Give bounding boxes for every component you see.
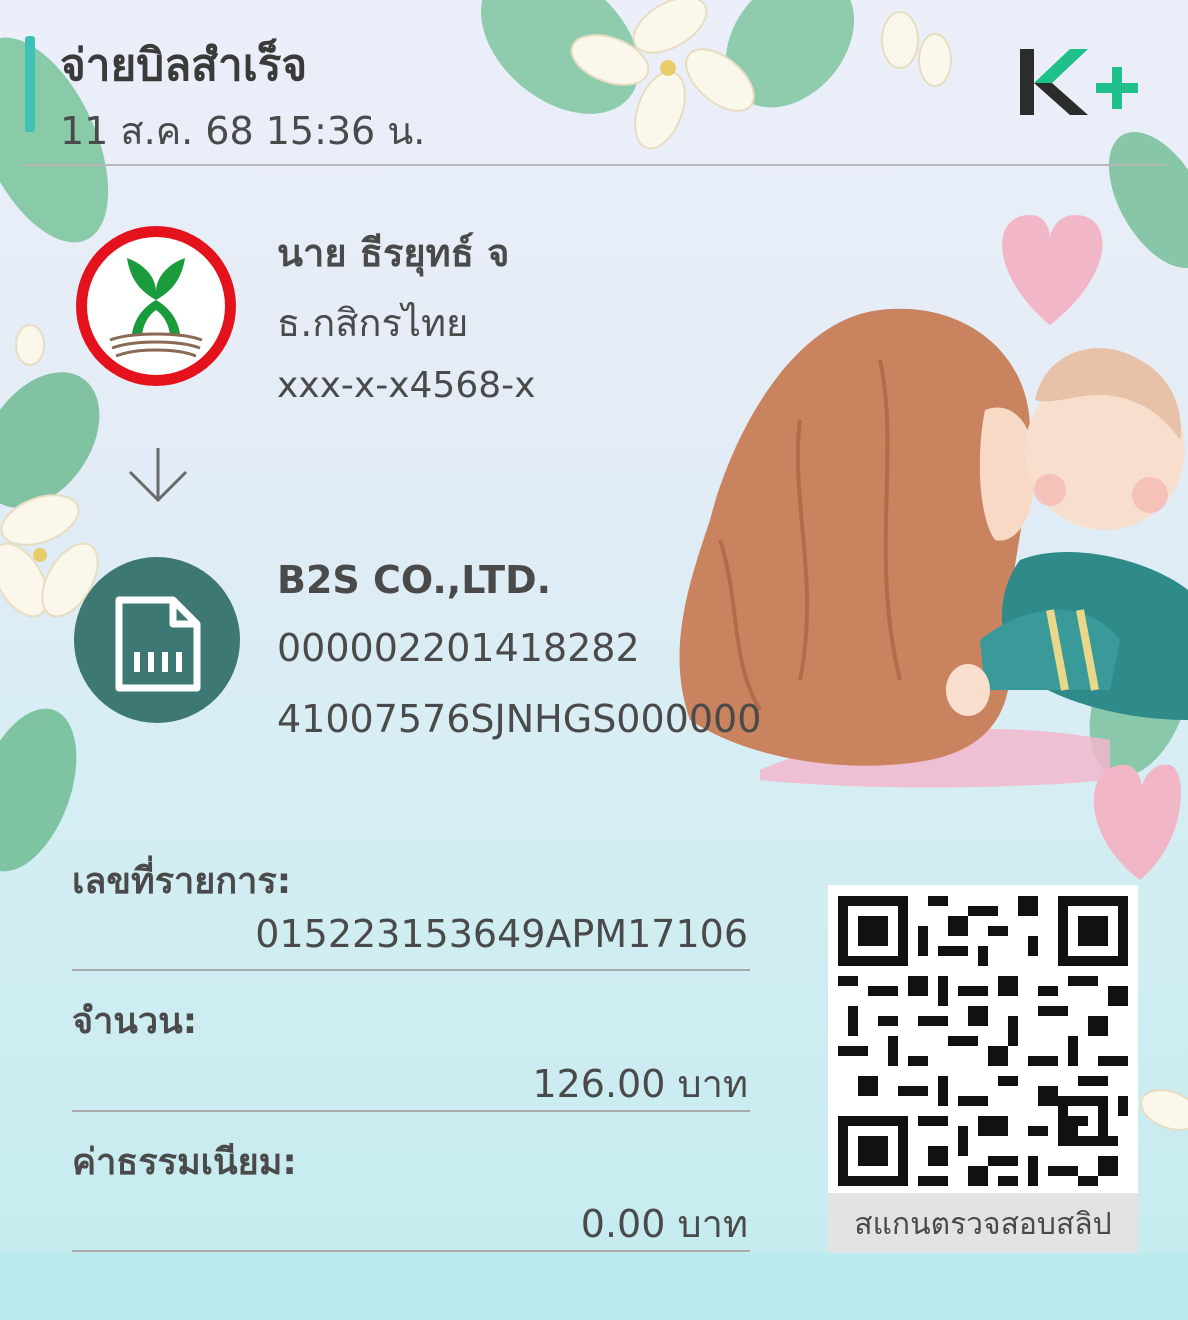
fee-value: 0.00 บาท [580, 1202, 748, 1246]
page-title: จ่ายบิลสำเร็จ [60, 40, 308, 91]
sender-bank: ธ.กสิกรไทย [277, 301, 469, 345]
kbank-logo-icon [72, 222, 240, 390]
transaction-id-label: เลขที่รายการ: [72, 861, 292, 902]
payment-slip: { "header": { "title": "จ่ายบิลสำเร็จ", … [0, 0, 1188, 1320]
amount-label: จำนวน: [72, 1001, 198, 1042]
qr-code[interactable] [838, 896, 1128, 1186]
divider [72, 1110, 750, 1112]
qr-caption: สแกนตรวจสอบสลิป [854, 1207, 1112, 1242]
transaction-datetime: 11 ส.ค. 68 15:36 น. [60, 109, 426, 153]
fee-label: ค่าธรรมเนียม: [72, 1142, 297, 1183]
bottom-band [0, 1253, 1188, 1320]
biller-name: B2S CO.,LTD. [277, 558, 552, 602]
sender-name: นาย ธีรยุทธ์ จ [277, 231, 510, 275]
amount-value: 126.00 บาท [532, 1062, 748, 1106]
kplus-logo [1018, 45, 1140, 117]
divider [72, 969, 750, 971]
header-divider [25, 164, 1165, 166]
arrow-down-icon [126, 446, 190, 504]
sender-account: xxx-x-x4568-x [277, 365, 536, 406]
transaction-id-value: 015223153649APM17106 [255, 912, 748, 956]
biller-reference-1: 000002201418282 [277, 626, 640, 670]
title-accent-bar [25, 36, 35, 132]
biller-reference-2: 41007576SJNHGS000000 [277, 697, 762, 741]
divider [72, 1250, 750, 1252]
bill-document-icon [73, 556, 241, 724]
